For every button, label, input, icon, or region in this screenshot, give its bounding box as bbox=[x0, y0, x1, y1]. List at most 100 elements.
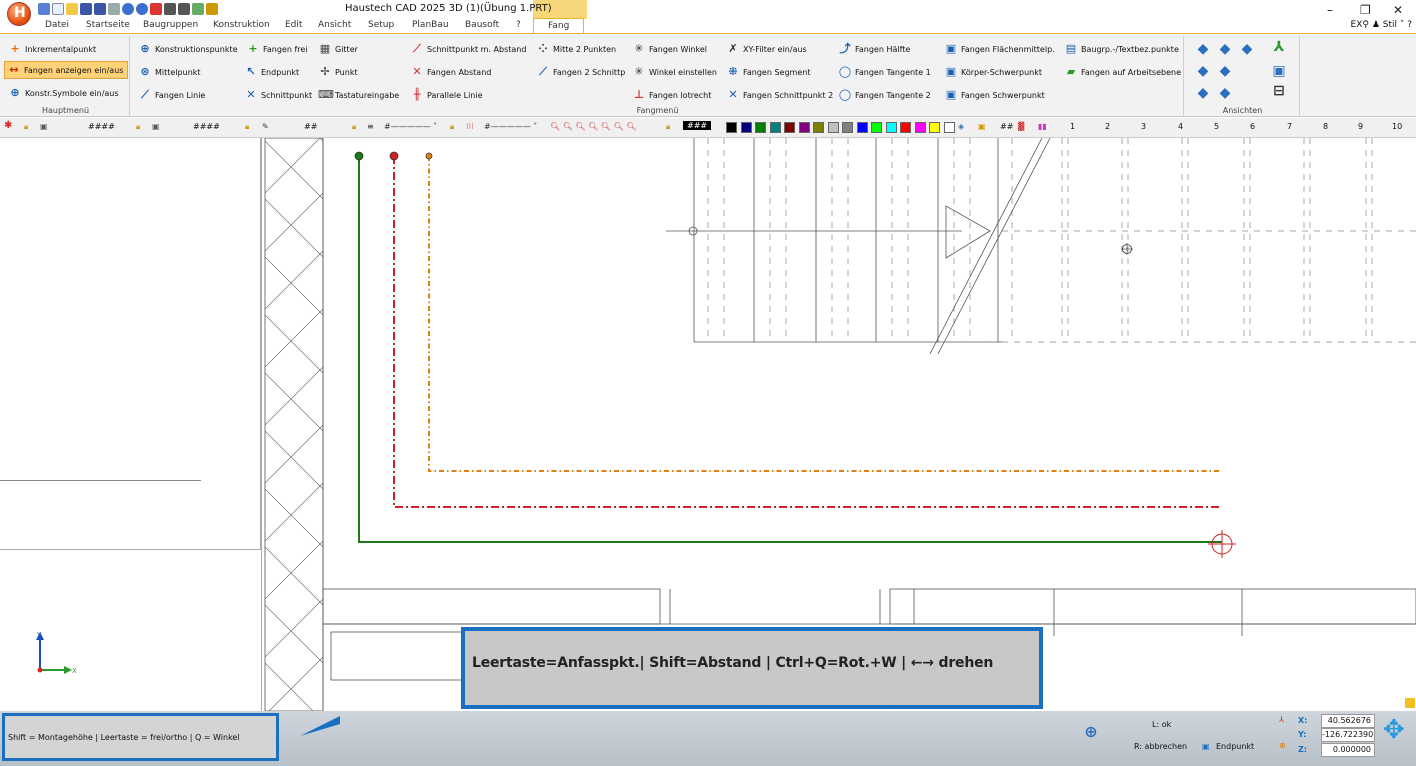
snap-workplane-button[interactable]: ▰ Fangen auf Arbeitsebene bbox=[1062, 63, 1183, 81]
snap-half-button[interactable]: ⤴ Fangen Hälfte bbox=[836, 40, 912, 58]
snap-tangent1-button[interactable]: ◯ Fangen Tangente 1 bbox=[836, 63, 933, 81]
color-swatch[interactable] bbox=[827, 122, 839, 133]
wall-hatch[interactable] bbox=[264, 138, 324, 711]
view-cube-6-icon[interactable]: ◆ bbox=[1196, 86, 1210, 100]
toggle-snap-display-button[interactable]: ↔ Fangen anzeigen ein/aus bbox=[4, 61, 128, 79]
tab-help[interactable]: ? bbox=[516, 20, 521, 30]
set-angle-button[interactable]: ✳ Winkel einstellen bbox=[630, 63, 719, 81]
layer-icon[interactable] bbox=[192, 3, 204, 15]
midpoint-button[interactable]: ⊛ Mittelpunkt bbox=[136, 63, 203, 81]
tab-startseite[interactable]: Startseite bbox=[86, 20, 130, 30]
layer-number-1[interactable]: 1 bbox=[1070, 122, 1075, 131]
cube-icon[interactable]: ◈ bbox=[958, 122, 964, 131]
text2-icon[interactable] bbox=[178, 3, 190, 15]
layer-number-4[interactable]: 4 bbox=[1178, 122, 1183, 131]
orange-start-point[interactable] bbox=[425, 152, 433, 160]
print-icon[interactable] bbox=[108, 3, 120, 15]
text-icon[interactable] bbox=[164, 3, 176, 15]
pattern2-icon[interactable]: ▓ bbox=[1018, 122, 1024, 131]
lock-icon[interactable]: 🔒︎ bbox=[24, 122, 28, 132]
incremental-point-button[interactable]: + Inkrementalpunkt bbox=[6, 40, 98, 58]
new-file-icon[interactable] bbox=[52, 3, 64, 15]
pan-arrows-icon[interactable]: ✥ bbox=[1383, 717, 1405, 743]
tab-setup[interactable]: Setup bbox=[368, 20, 394, 30]
line-type-dropdown[interactable]: #————— ˅ bbox=[484, 122, 537, 131]
color-swatch[interactable] bbox=[798, 122, 810, 133]
qa-icon-1[interactable] bbox=[38, 3, 50, 15]
orange-dashdot-polyline[interactable] bbox=[428, 156, 1222, 472]
redo-icon[interactable] bbox=[136, 3, 148, 15]
field-hash-3[interactable]: ## bbox=[304, 122, 317, 131]
view-cube-4-icon[interactable]: ◆ bbox=[1196, 64, 1210, 78]
wall-segment-2[interactable] bbox=[889, 588, 1416, 625]
resize-corner[interactable] bbox=[1405, 698, 1415, 708]
snap-intersection2-button[interactable]: ✕ Fangen Schnittpunkt 2 bbox=[724, 86, 835, 104]
color-field[interactable]: ### bbox=[683, 121, 712, 130]
color-swatch[interactable] bbox=[929, 122, 940, 133]
layer-number-5[interactable]: 5 bbox=[1214, 122, 1219, 131]
color-swatch[interactable] bbox=[740, 122, 752, 133]
x-coordinate[interactable]: 40.562676 bbox=[1321, 714, 1375, 728]
snap-perpendicular-button[interactable]: ⊥ Fangen lotrecht bbox=[630, 86, 713, 104]
layout-view-icon[interactable]: ⊟ bbox=[1272, 84, 1286, 98]
snap-two-intersections-button[interactable]: ⟋ Fangen 2 Schnittp bbox=[534, 63, 627, 81]
layer-number-6[interactable]: 6 bbox=[1250, 122, 1255, 131]
tab-edit[interactable]: Edit bbox=[285, 20, 302, 30]
xy-filter-button[interactable]: ✗ XY-Filter ein/aus bbox=[724, 40, 809, 58]
tab-datei[interactable]: Datei bbox=[45, 20, 69, 30]
z-coordinate[interactable]: 0.000000 bbox=[1321, 743, 1375, 757]
lock3-icon[interactable]: 🔒︎ bbox=[245, 122, 249, 132]
snap-settings-icon[interactable]: ⊕ bbox=[1084, 724, 1098, 740]
style-menu[interactable]: EX⚲ ♟ Stil ˅ ? bbox=[1351, 20, 1412, 30]
room-element[interactable] bbox=[330, 631, 464, 681]
bars-icon[interactable]: ▮▮ bbox=[1038, 122, 1047, 131]
lock2-icon[interactable]: 🔒︎ bbox=[136, 122, 140, 132]
tab-baugruppen[interactable]: Baugruppen bbox=[143, 20, 198, 30]
undo-icon[interactable] bbox=[122, 3, 134, 15]
construction-symbols-button[interactable]: ⊕ Konstr.Symbole ein/aus bbox=[6, 84, 121, 102]
snap-line-button[interactable]: ⟋ Fangen Linie bbox=[136, 86, 207, 104]
green-start-point[interactable] bbox=[354, 151, 364, 161]
pattern-icon[interactable]: ⁝⁝⁝ bbox=[466, 122, 474, 131]
tab-bausoft[interactable]: Bausoft bbox=[465, 20, 499, 30]
lock4-icon[interactable]: 🔒︎ bbox=[352, 122, 356, 132]
color-swatch[interactable] bbox=[813, 122, 824, 133]
view-cube-1-icon[interactable]: ◆ bbox=[1196, 42, 1210, 56]
minimize-button[interactable]: – bbox=[1327, 3, 1333, 17]
intersection-button[interactable]: ✕ Schnittpunkt bbox=[242, 86, 314, 104]
cut-line-2[interactable] bbox=[937, 138, 1051, 355]
field-hash-4[interactable]: ## bbox=[1000, 122, 1013, 131]
view-cube-3-icon[interactable]: ◆ bbox=[1240, 42, 1254, 56]
tab-planbau[interactable]: PlanBau bbox=[412, 20, 449, 30]
zoom-tools-icon[interactable]: 🔍︎ 🔍︎ 🔍︎ 🔍︎ 🔍︎ 🔍︎ 🔍︎ bbox=[550, 122, 636, 131]
middle-two-points-button[interactable]: ⁘ Mitte 2 Punkten bbox=[534, 40, 618, 58]
line-style-dropdown[interactable]: #————— ˅ bbox=[384, 122, 437, 131]
endpoint-button[interactable]: ↖ Endpunkt bbox=[242, 63, 301, 81]
color-swatch[interactable] bbox=[726, 122, 737, 133]
red-dashdot-polyline[interactable] bbox=[393, 156, 1222, 508]
y-coordinate[interactable]: -126.722390 bbox=[1321, 728, 1375, 742]
settings-icon[interactable] bbox=[206, 3, 218, 15]
snap-segment-button[interactable]: ⁜ Fangen Segment bbox=[724, 63, 812, 81]
drawing-canvas[interactable] bbox=[262, 138, 1416, 711]
tab-ansicht[interactable]: Ansicht bbox=[318, 20, 351, 30]
snap-tangent2-button[interactable]: ◯ Fangen Tangente 2 bbox=[836, 86, 933, 104]
color-swatch[interactable] bbox=[885, 122, 897, 133]
color-swatch[interactable] bbox=[842, 122, 853, 133]
red-start-point[interactable] bbox=[389, 151, 399, 161]
layer-number-9[interactable]: 9 bbox=[1358, 122, 1363, 131]
open-folder-icon[interactable] bbox=[66, 3, 78, 15]
tab-fang[interactable]: Fang bbox=[533, 18, 585, 34]
parallel-line-button[interactable]: ╫ Parallele Linie bbox=[408, 86, 485, 104]
color-swatch[interactable] bbox=[755, 122, 766, 133]
keyboard-input-button[interactable]: ⌨ Tastatureingabe bbox=[316, 86, 401, 104]
wall-segment-1[interactable] bbox=[322, 588, 661, 625]
layer-number-8[interactable]: 8 bbox=[1323, 122, 1328, 131]
lock6-icon[interactable]: 🔒︎ bbox=[666, 122, 670, 132]
layer2-icon[interactable]: ▣ bbox=[152, 122, 160, 131]
color-swatch[interactable] bbox=[871, 122, 882, 133]
snap-area-center-button[interactable]: ▣ Fangen Flächenmittelp. bbox=[942, 40, 1057, 58]
layer-number-3[interactable]: 3 bbox=[1141, 122, 1146, 131]
grid-button[interactable]: ▦ Gitter bbox=[316, 40, 360, 58]
view-cube-2-icon[interactable]: ◆ bbox=[1218, 42, 1232, 56]
